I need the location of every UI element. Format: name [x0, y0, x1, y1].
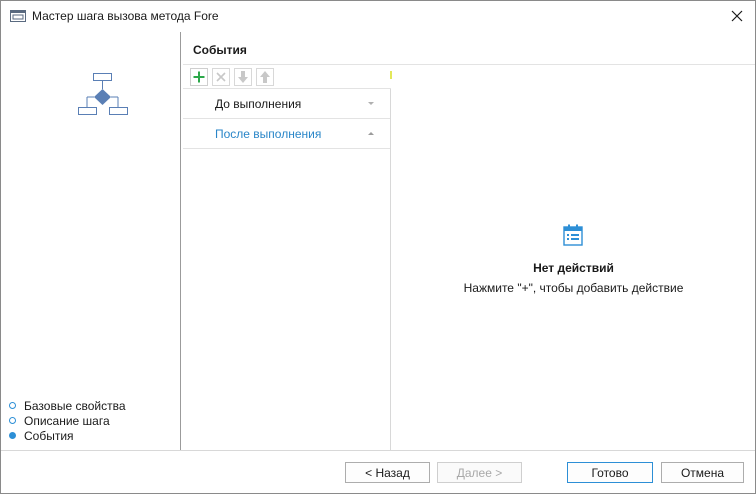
wizard-step-base-properties[interactable]: Базовые свойства — [9, 398, 126, 413]
wizard-step-events[interactable]: События — [9, 428, 126, 443]
wizard-steps-pane: Базовые свойства Описание шага События — [1, 32, 181, 450]
wizard-step-label: События — [24, 428, 74, 443]
empty-actions-panel: Нет действий Нажмите "+", чтобы добавить… — [392, 201, 755, 321]
footer-divider — [1, 450, 755, 451]
next-button[interactable]: Далее > — [437, 462, 522, 483]
flowchart-icon — [78, 73, 128, 115]
move-down-icon — [238, 71, 248, 83]
step-dot-icon — [9, 402, 16, 409]
wizard-step-label: Описание шага — [24, 413, 110, 428]
empty-state-hint: Нажмите "+", чтобы добавить действие — [463, 281, 684, 295]
wizard-dialog: Мастер шага вызова метода Fore Базовые с… — [0, 0, 756, 494]
calendar-list-icon — [563, 224, 583, 246]
cancel-button[interactable]: Отмена — [661, 462, 744, 483]
splitter-accent — [390, 71, 392, 79]
add-event-button[interactable] — [190, 68, 208, 86]
event-after-execution[interactable]: После выполнения — [183, 119, 390, 149]
events-list: До выполнения После выполнения — [183, 89, 391, 450]
wizard-step-description[interactable]: Описание шага — [9, 413, 126, 428]
close-button[interactable] — [723, 3, 751, 29]
event-label: До выполнения — [215, 96, 302, 111]
window-app-icon — [10, 10, 26, 22]
move-up-icon — [260, 71, 270, 83]
finish-button[interactable]: Готово — [567, 462, 653, 483]
delete-event-button[interactable] — [212, 68, 230, 86]
window-title: Мастер шага вызова метода Fore — [32, 9, 219, 23]
page-title: События — [193, 43, 247, 57]
event-label: После выполнения — [215, 126, 322, 141]
header-divider — [183, 64, 755, 65]
close-icon — [731, 10, 743, 22]
chevron-up-icon[interactable] — [368, 132, 374, 135]
move-down-button[interactable] — [234, 68, 252, 86]
step-dot-icon — [9, 417, 16, 424]
wizard-steps-list: Базовые свойства Описание шага События — [9, 398, 126, 443]
delete-icon — [216, 72, 226, 82]
event-before-execution[interactable]: До выполнения — [183, 89, 390, 119]
step-dot-active-icon — [9, 432, 16, 439]
chevron-down-icon[interactable] — [368, 102, 374, 105]
move-up-button[interactable] — [256, 68, 274, 86]
title-bar: Мастер шага вызова метода Fore — [1, 1, 755, 32]
events-toolbar — [190, 68, 274, 86]
wizard-step-label: Базовые свойства — [24, 398, 126, 413]
empty-state-title: Нет действий — [533, 261, 614, 275]
back-button[interactable]: < Назад — [345, 462, 430, 483]
plus-icon — [193, 71, 205, 83]
